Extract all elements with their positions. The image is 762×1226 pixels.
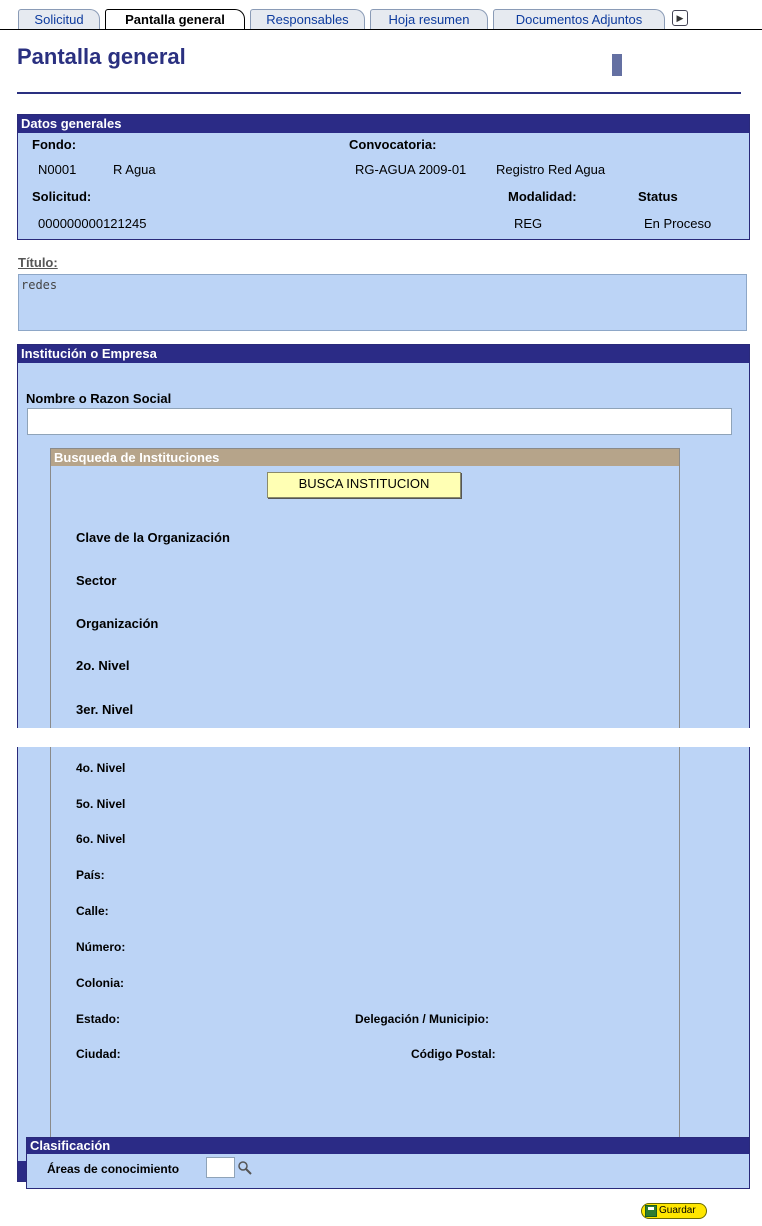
tab-bar: Solicitud Pantalla general Responsables …	[0, 0, 762, 30]
save-icon	[645, 1205, 657, 1217]
tab-responsables[interactable]: Responsables	[250, 9, 365, 29]
guardar-label: Guardar	[659, 1205, 696, 1216]
titulo-field[interactable]: redes	[18, 274, 747, 331]
busca-institucion-button[interactable]: BUSCA INSTITUCION	[267, 472, 461, 498]
nivel3-label: 3er. Nivel	[76, 702, 134, 717]
titulo-label: Título:	[18, 255, 58, 270]
nivel4-label: 4o. Nivel	[76, 761, 126, 775]
areas-input[interactable]	[206, 1157, 235, 1178]
guardar-button[interactable]: Guardar	[641, 1203, 707, 1219]
busqueda-instituciones-box: Busqueda de Instituciones BUSCA INSTITUC…	[50, 448, 680, 1151]
search-icon[interactable]	[237, 1160, 253, 1176]
next-tab-arrow-icon[interactable]: ▶	[672, 10, 688, 26]
status-label: Status	[638, 189, 678, 204]
convocatoria-name: Registro Red Agua	[496, 162, 606, 177]
areas-label: Áreas de conocimiento	[47, 1162, 180, 1176]
estado-label: Estado:	[76, 1012, 121, 1026]
status-value: En Proceso	[644, 216, 712, 231]
colonia-label: Colonia:	[76, 976, 124, 990]
nivel2-label: 2o. Nivel	[76, 658, 130, 673]
title-divider	[17, 92, 741, 94]
datos-generales-panel: Datos generales Fondo: N0001 R Agua Conv…	[17, 114, 750, 240]
organizacion-label: Organización	[76, 616, 159, 631]
numero-label: Número:	[76, 940, 126, 954]
institucion-panel: Institución o Empresa Nombre o Razon Soc…	[17, 344, 750, 1182]
delegacion-label: Delegación / Municipio:	[355, 1012, 490, 1026]
nivel5-label: 5o. Nivel	[76, 797, 126, 811]
solicitud-label: Solicitud:	[32, 189, 92, 204]
nombre-input[interactable]	[27, 408, 732, 435]
fondo-code: N0001	[38, 162, 77, 177]
ciudad-label: Ciudad:	[76, 1047, 121, 1061]
nivel6-label: 6o. Nivel	[76, 832, 126, 846]
clave-label: Clave de la Organización	[76, 530, 230, 545]
codigo-postal-label: Código Postal:	[411, 1047, 496, 1061]
tab-pantalla-general[interactable]: Pantalla general	[105, 9, 245, 30]
fondo-label: Fondo:	[32, 137, 77, 152]
institucion-header: Institución o Empresa	[18, 345, 749, 363]
modalidad-value: REG	[514, 216, 543, 231]
tab-hoja-resumen[interactable]: Hoja resumen	[370, 9, 488, 29]
modalidad-label: Modalidad:	[508, 189, 577, 204]
tab-divider	[0, 29, 762, 30]
title-marker	[612, 54, 622, 76]
convocatoria-code: RG-AGUA 2009-01	[355, 162, 467, 177]
busqueda-header: Busqueda de Instituciones	[51, 449, 679, 466]
page-title: Pantalla general	[17, 44, 186, 69]
tab-solicitud[interactable]: Solicitud	[18, 9, 100, 29]
solicitud-value: 000000000121245	[38, 216, 147, 231]
datos-generales-header: Datos generales	[18, 115, 749, 133]
clasificacion-panel: Clasificación Áreas de conocimiento	[26, 1137, 750, 1189]
calle-label: Calle:	[76, 904, 109, 918]
convocatoria-label: Convocatoria:	[349, 137, 437, 152]
pais-label: País:	[76, 868, 105, 882]
screenshot-seam	[0, 728, 762, 747]
fondo-name: R Agua	[113, 162, 156, 177]
clasificacion-header: Clasificación	[27, 1138, 749, 1154]
sector-label: Sector	[76, 573, 117, 588]
tab-documentos-adjuntos[interactable]: Documentos Adjuntos	[493, 9, 665, 29]
nombre-label: Nombre o Razon Social	[26, 391, 172, 406]
